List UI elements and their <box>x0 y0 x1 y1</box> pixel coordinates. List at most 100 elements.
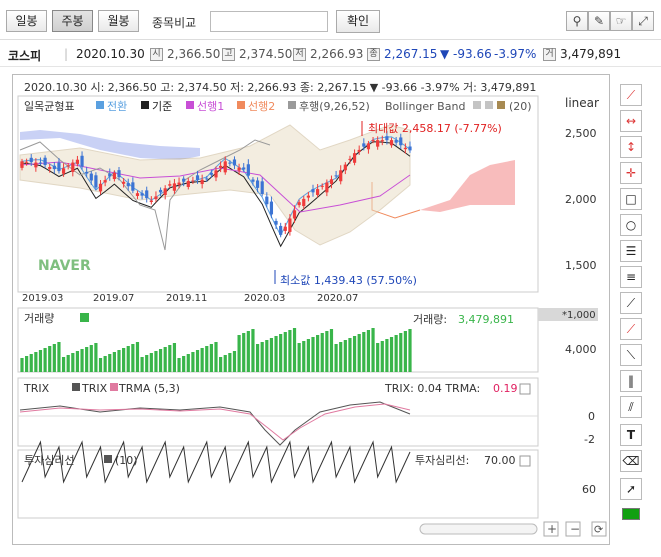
volume-bar <box>52 344 56 372</box>
minus-icon: − <box>570 522 580 536</box>
volume-bar <box>385 339 389 372</box>
volume-bar <box>343 340 347 372</box>
psy-value: 70.00 <box>484 454 516 467</box>
close-psy-button[interactable] <box>519 455 531 467</box>
candle-body <box>279 225 283 235</box>
legend-bollinger-period: (20) <box>509 100 532 113</box>
cursor-tool-icon[interactable]: ➚ <box>620 478 642 500</box>
volume-bar <box>242 333 246 372</box>
plus-icon: + <box>547 522 557 536</box>
candle-body <box>112 172 116 180</box>
volume-bar <box>292 328 297 372</box>
candle-body <box>362 143 366 147</box>
speed-line-icon[interactable]: ⟋ <box>620 318 642 340</box>
volume-bar <box>394 335 398 372</box>
horizontal-line-icon[interactable]: ↔ <box>620 110 642 132</box>
candle-body <box>320 185 324 187</box>
candle-body <box>232 159 237 166</box>
volume-bar <box>251 329 255 372</box>
volume-bar <box>191 352 195 372</box>
candle-body <box>339 170 343 182</box>
volume-bar <box>399 333 403 372</box>
price-tick: 2,000 <box>565 193 597 206</box>
min-label: 최소값 1,439.43 (57.50%) <box>280 274 417 287</box>
volume-bar <box>214 342 218 372</box>
circle-icon[interactable]: ○ <box>620 214 642 236</box>
volume-bar <box>112 352 116 372</box>
color-swatch[interactable] <box>622 508 640 520</box>
candle-body <box>394 140 398 143</box>
candle-body <box>408 146 412 151</box>
legend-swatch <box>473 101 481 109</box>
trix-swatch <box>72 383 80 391</box>
volume-bar <box>149 353 153 372</box>
candle-body <box>371 140 375 142</box>
candle-body <box>325 182 329 193</box>
close-trix-button[interactable] <box>519 383 531 395</box>
volume-unit: *1,000 <box>562 310 596 321</box>
legend-swatch <box>497 101 505 109</box>
candle-body <box>154 196 158 200</box>
volume-bar <box>265 340 269 372</box>
volume-bar <box>219 357 223 372</box>
candle-body <box>182 178 186 182</box>
scrollbar[interactable] <box>419 523 538 535</box>
chart-svg: 2020.10.30 시: 2,366.50 고: 2,374.50 저: 2,… <box>17 81 607 537</box>
volume-bar <box>320 333 324 372</box>
x-tick: 2020.07 <box>317 293 358 304</box>
fib-fan-icon[interactable]: ≡ <box>620 266 642 288</box>
text-tool-icon[interactable]: T <box>620 424 642 446</box>
volume-bar <box>237 335 241 372</box>
volume-bar <box>352 336 357 372</box>
candle-body <box>302 198 306 207</box>
volume-bar <box>283 332 287 372</box>
volume-title: 거래량 <box>24 312 54 325</box>
candle-body <box>75 159 80 164</box>
candle-body <box>122 181 126 184</box>
candle-body <box>348 158 352 160</box>
crosshair-icon[interactable]: ✛ <box>620 162 642 184</box>
volume-bar <box>94 343 98 372</box>
legend-conversion: 전환 <box>107 100 127 113</box>
volume-bar <box>75 351 80 372</box>
volume-bar <box>371 328 375 372</box>
volume-bar <box>154 351 158 372</box>
rectangle-icon[interactable]: □ <box>620 188 642 210</box>
volume-bar <box>269 338 274 372</box>
candle-body <box>219 165 223 168</box>
candle-body <box>131 182 135 191</box>
price-tick: 1,500 <box>565 259 597 272</box>
candle-body <box>145 190 149 199</box>
vertical-line-icon[interactable]: ↕ <box>620 136 642 158</box>
regression-icon[interactable]: ⟍ <box>620 344 642 366</box>
candle-body <box>98 183 103 192</box>
parallel-line-icon[interactable]: ⫽ <box>620 396 642 418</box>
candle-body <box>48 167 52 169</box>
candle-body <box>103 180 107 183</box>
volume-bar <box>232 351 237 372</box>
x-tick: 2019.11 <box>166 293 207 304</box>
gann-fan-icon[interactable]: ⟋ <box>620 292 642 314</box>
volume-bar <box>186 354 190 372</box>
legend-swatch <box>237 101 245 109</box>
cycle-line-icon[interactable]: ‖ <box>620 370 642 392</box>
volume-bar <box>329 329 334 372</box>
candle-body <box>316 189 320 195</box>
fibonacci-icon[interactable]: ☰ <box>620 240 642 262</box>
eraser-icon[interactable]: ⌫ <box>620 450 642 472</box>
volume-bar <box>274 336 278 372</box>
candle-body <box>34 162 38 168</box>
legend-swatch <box>96 101 104 109</box>
legend-swatch <box>186 101 194 109</box>
candle-body <box>149 200 153 203</box>
volume-bar <box>140 357 144 372</box>
candle-body <box>223 161 227 173</box>
legend-bollinger: Bollinger Band <box>385 100 465 113</box>
candle-body <box>292 210 297 219</box>
trendline-icon[interactable]: ⟋ <box>620 84 642 106</box>
candle-body <box>85 171 89 174</box>
legend-base: 기준 <box>152 100 172 113</box>
candle-body <box>343 164 347 171</box>
volume-bar <box>103 356 107 372</box>
candle-body <box>297 202 301 206</box>
